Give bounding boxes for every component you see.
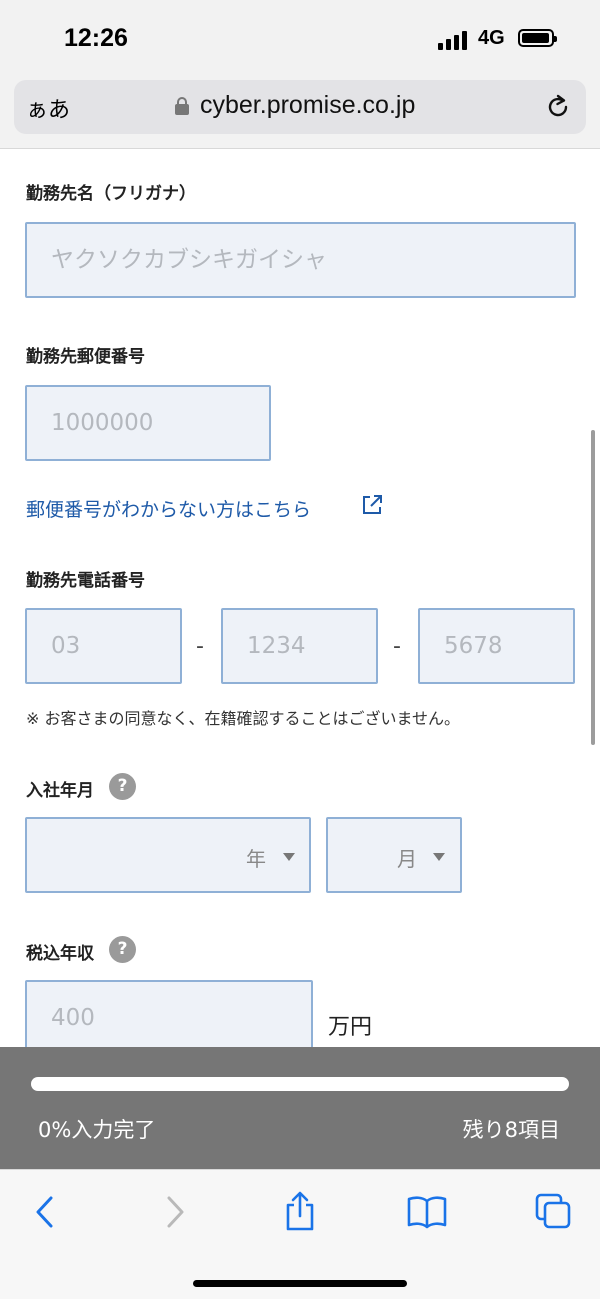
join-year-value: 年 [246, 847, 266, 871]
phone-part1-input[interactable] [27, 610, 180, 682]
progress-bar [31, 1077, 569, 1091]
phone-part2-input[interactable] [223, 610, 376, 682]
employer-kana-field[interactable] [25, 222, 576, 298]
chevron-down-icon [283, 853, 295, 861]
reload-icon[interactable] [544, 93, 572, 121]
annual-income-unit: 万円 [328, 1015, 373, 1040]
url-text: cyber.promise.co.jp [200, 91, 416, 119]
share-icon[interactable] [282, 1190, 318, 1232]
phone-separator: - [393, 634, 401, 659]
lock-icon [175, 97, 189, 115]
join-year-select[interactable]: 年 [25, 817, 311, 893]
phone-part1-field[interactable] [25, 608, 182, 684]
phone-part3-input[interactable] [420, 610, 573, 682]
annual-income-field[interactable] [25, 980, 313, 1056]
scroll-indicator[interactable] [591, 430, 595, 745]
join-month-select[interactable]: 月 [326, 817, 462, 893]
forward-icon[interactable] [160, 1192, 190, 1232]
status-time: 12:26 [64, 24, 128, 52]
external-link-icon[interactable] [360, 493, 384, 517]
progress-panel: 0%入力完了 残り8項目 [0, 1047, 600, 1169]
employer-postal-field[interactable] [25, 385, 271, 461]
chevron-down-icon [433, 853, 445, 861]
employer-kana-input[interactable] [27, 224, 574, 296]
address-bar[interactable]: ぁあ cyber.promise.co.jp [14, 80, 586, 134]
postal-lookup-link[interactable]: 郵便番号がわからない方はこちら [26, 495, 311, 522]
signal-icon [438, 30, 468, 50]
phone-note: ※ お客さまの同意なく、在籍確認することはございません。 [26, 709, 461, 728]
browser-address-area: ぁあ cyber.promise.co.jp [0, 80, 600, 149]
browser-toolbar [0, 1169, 600, 1299]
annual-income-help-icon[interactable]: ? [109, 936, 136, 963]
join-date-help-icon[interactable]: ? [109, 773, 136, 800]
bookmarks-icon[interactable] [406, 1194, 448, 1230]
annual-income-input[interactable] [27, 982, 311, 1054]
phone-part2-field[interactable] [221, 608, 378, 684]
employer-postal-input[interactable] [27, 387, 269, 459]
employer-postal-label: 勤務先郵便番号 [26, 347, 145, 367]
progress-percent-text: 0%入力完了 [38, 1118, 156, 1142]
phone-separator: - [196, 634, 204, 659]
status-bar: 12:26 4G [0, 0, 600, 80]
annual-income-label: 税込年収 [26, 944, 94, 964]
back-icon[interactable] [30, 1192, 60, 1232]
text-size-button[interactable]: ぁあ [26, 92, 70, 124]
join-month-value: 月 [397, 847, 417, 871]
phone-part3-field[interactable] [418, 608, 575, 684]
battery-icon [518, 29, 557, 47]
join-date-label: 入社年月 [26, 781, 94, 801]
tabs-icon[interactable] [534, 1192, 574, 1232]
progress-remaining-text: 残り8項目 [462, 1118, 560, 1142]
employer-kana-label: 勤務先名（フリガナ） [26, 184, 196, 204]
home-indicator [193, 1280, 407, 1287]
employer-phone-label: 勤務先電話番号 [26, 571, 145, 591]
network-type: 4G [478, 27, 505, 49]
